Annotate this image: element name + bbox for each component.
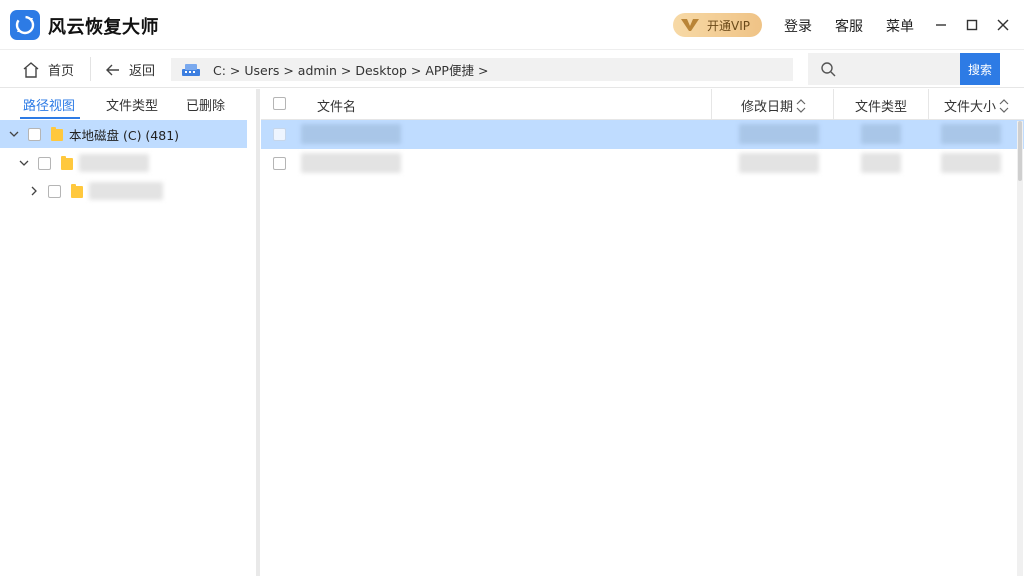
- breadcrumb-path: C: > Users > admin > Desktop > APP便捷 >: [213, 63, 489, 78]
- redacted-name: [301, 153, 401, 173]
- vip-icon: [679, 17, 701, 33]
- tab-file-type[interactable]: 文件类型: [106, 95, 158, 114]
- redacted-date: [739, 153, 819, 173]
- redacted-date: [739, 124, 819, 144]
- login-link[interactable]: 登录: [784, 16, 812, 36]
- nav-bar: 首页 返回 C: > Users > admin > Desktop > APP…: [0, 51, 1024, 88]
- tree-item-label: 本地磁盘 (C) (481): [69, 127, 180, 143]
- app-logo-icon: [10, 10, 40, 40]
- table-row[interactable]: [261, 149, 1024, 178]
- file-list-panel: 文件名 修改日期 文件类型 文件大小: [261, 89, 1024, 576]
- home-button[interactable]: 首页: [22, 60, 74, 79]
- close-icon[interactable]: [992, 14, 1014, 36]
- row-checkbox[interactable]: [273, 128, 286, 141]
- search-button[interactable]: 搜索: [960, 53, 1000, 85]
- folder-icon: [51, 127, 63, 141]
- tab-deleted[interactable]: 已删除: [186, 95, 225, 114]
- redacted-label: [79, 154, 149, 172]
- sort-icon: [999, 98, 1009, 113]
- home-label: 首页: [48, 64, 75, 79]
- redacted-size: [941, 153, 1001, 173]
- chevron-down-icon[interactable]: [8, 128, 20, 140]
- back-button[interactable]: 返回: [105, 60, 155, 79]
- column-size-label: 文件大小: [944, 100, 997, 115]
- column-date-label: 修改日期: [741, 100, 794, 115]
- tree-item[interactable]: [0, 177, 247, 205]
- column-type[interactable]: 文件类型: [855, 96, 907, 115]
- service-link[interactable]: 客服: [835, 16, 863, 36]
- search-icon: [821, 62, 836, 77]
- sort-icon: [796, 98, 806, 113]
- select-all-checkbox[interactable]: [273, 97, 286, 110]
- menu-link[interactable]: 菜单: [886, 16, 914, 36]
- column-divider: [928, 89, 929, 120]
- folder-icon: [71, 184, 83, 198]
- home-icon: [23, 61, 39, 78]
- column-size[interactable]: 文件大小: [944, 96, 1009, 115]
- panel-splitter[interactable]: [256, 89, 260, 576]
- column-name[interactable]: 文件名: [317, 96, 356, 115]
- minimize-icon[interactable]: [930, 14, 952, 36]
- tree-checkbox[interactable]: [38, 156, 51, 170]
- app-title: 风云恢复大师: [48, 17, 159, 38]
- active-tab-indicator: [20, 117, 80, 119]
- redacted-type: [861, 153, 901, 173]
- vip-button[interactable]: 开通VIP: [673, 13, 762, 37]
- folder-icon: [61, 156, 73, 170]
- title-bar: 风云恢复大师 开通VIP 登录 客服 菜单: [0, 0, 1024, 50]
- scrollbar-track[interactable]: [1017, 121, 1023, 576]
- tree-item-root[interactable]: 本地磁盘 (C) (481): [0, 120, 247, 148]
- redacted-name: [301, 124, 401, 144]
- chevron-down-icon[interactable]: [18, 157, 30, 169]
- back-arrow-icon: [106, 64, 119, 75]
- nav-divider: [90, 57, 91, 81]
- tree-checkbox[interactable]: [28, 127, 41, 141]
- table-header: 文件名 修改日期 文件类型 文件大小: [261, 89, 1024, 120]
- left-panel: 路径视图 文件类型 已删除 本地磁盘 (C) (481): [0, 89, 257, 576]
- chevron-right-icon[interactable]: [28, 185, 40, 197]
- view-tabs: 路径视图 文件类型 已删除: [0, 89, 257, 119]
- maximize-icon[interactable]: [961, 14, 983, 36]
- tree-checkbox[interactable]: [48, 184, 61, 198]
- vip-label: 开通VIP: [707, 18, 750, 33]
- scrollbar-thumb[interactable]: [1018, 121, 1022, 181]
- redacted-size: [941, 124, 1001, 144]
- drive-icon: [182, 63, 200, 76]
- row-checkbox[interactable]: [273, 157, 286, 170]
- tree-item[interactable]: [0, 149, 247, 177]
- tab-path-view[interactable]: 路径视图: [23, 95, 75, 114]
- redacted-type: [861, 124, 901, 144]
- search-input[interactable]: [808, 53, 960, 85]
- redacted-label: [89, 182, 163, 200]
- column-divider: [711, 89, 712, 120]
- back-label: 返回: [129, 64, 156, 79]
- column-date[interactable]: 修改日期: [741, 96, 806, 115]
- column-divider: [833, 89, 834, 120]
- breadcrumb[interactable]: C: > Users > admin > Desktop > APP便捷 >: [171, 58, 793, 81]
- table-row[interactable]: [261, 120, 1024, 149]
